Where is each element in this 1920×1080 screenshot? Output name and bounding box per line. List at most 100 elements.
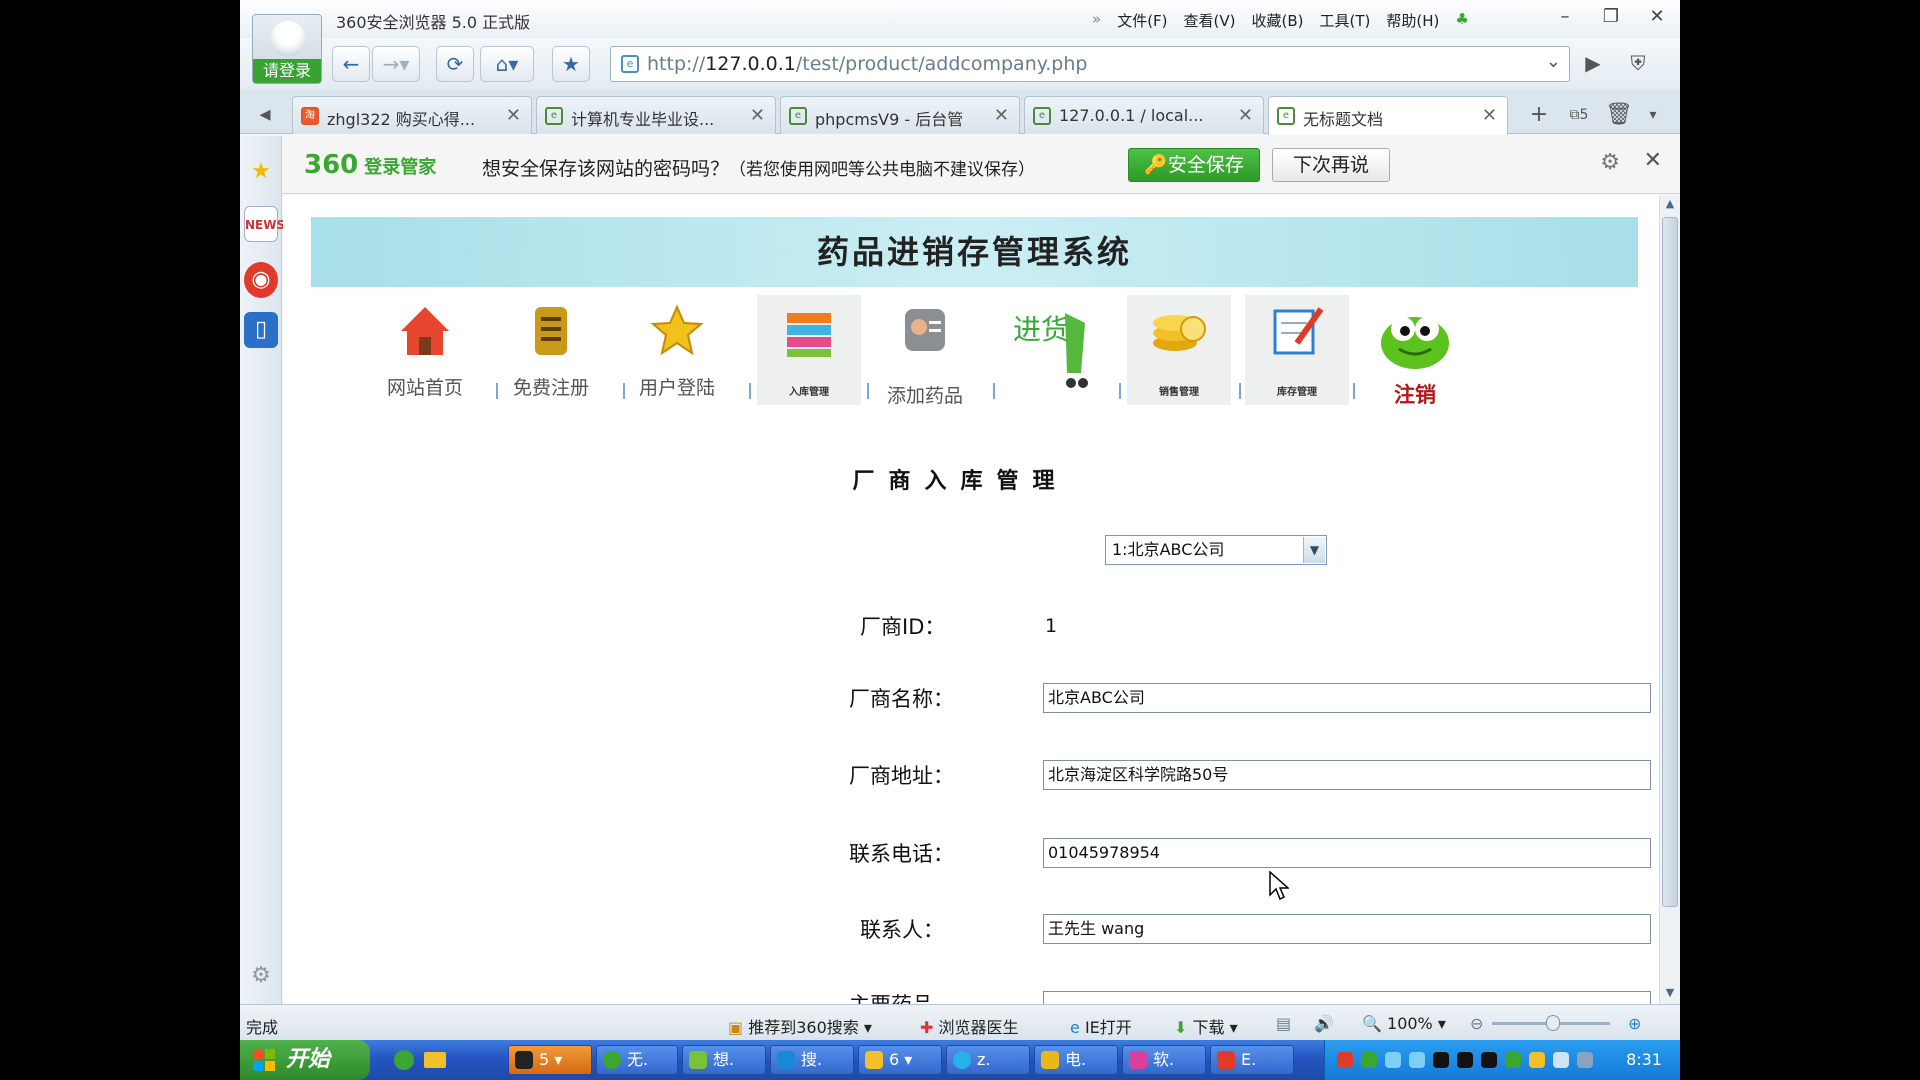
- tab-5-active[interactable]: e 无标题文档 ✕: [1268, 96, 1508, 135]
- task-qq[interactable]: 5 ▾: [508, 1045, 592, 1075]
- company-address-input[interactable]: 北京海淀区科学院路50号: [1043, 760, 1651, 790]
- bar-settings-icon[interactable]: ⚙: [1600, 150, 1620, 175]
- menu-favorites[interactable]: 收藏(B): [1252, 10, 1304, 31]
- security-shield-icon[interactable]: ⛨: [1618, 46, 1658, 82]
- close-window-button[interactable]: ✕: [1634, 0, 1680, 34]
- trash-icon[interactable]: 🗑: [1602, 100, 1636, 130]
- bar-close-icon[interactable]: ✕: [1644, 148, 1662, 173]
- forward-button[interactable]: →▾: [372, 46, 420, 82]
- add-drug-icon: [895, 303, 955, 359]
- task-browser[interactable]: 无.: [596, 1045, 678, 1075]
- weibo-icon[interactable]: ◉: [244, 262, 278, 298]
- quicklaunch-browser-icon[interactable]: [394, 1050, 414, 1070]
- ie-open[interactable]: e IE打开: [1070, 1014, 1132, 1038]
- scroll-thumb[interactable]: [1662, 217, 1678, 907]
- tab-2[interactable]: e 计算机专业毕业设... ✕: [536, 96, 776, 134]
- task-mind[interactable]: 想.: [682, 1045, 766, 1075]
- address-bar[interactable]: e http://127.0.0.1/test/product/addcompa…: [610, 46, 1570, 82]
- save-later-button[interactable]: 下次再说: [1272, 148, 1390, 182]
- scroll-down-icon[interactable]: ▼: [1663, 986, 1677, 1002]
- tab-3[interactable]: e phpcmsV9 - 后台管... ✕: [780, 96, 1020, 134]
- browser-doctor[interactable]: ✚ 浏览器医生: [920, 1014, 1019, 1038]
- menu-help[interactable]: 帮助(H): [1386, 10, 1439, 31]
- login-avatar[interactable]: 请登录: [252, 14, 322, 84]
- favorite-star-button[interactable]: ★: [552, 46, 590, 82]
- tray-app-icon[interactable]: [1505, 1052, 1521, 1068]
- sidebar-toggle-icon[interactable]: ◂: [248, 100, 282, 130]
- task-software[interactable]: 软.: [1122, 1045, 1206, 1075]
- browser-icon: [603, 1051, 621, 1069]
- nav-purchase[interactable]: 进货: [999, 295, 1103, 405]
- refresh-button[interactable]: ⟳: [436, 46, 474, 82]
- tray-app-icon[interactable]: [1337, 1052, 1353, 1068]
- vertical-scrollbar[interactable]: ▲ ▼: [1659, 195, 1680, 1004]
- menu-overflow-icon[interactable]: »: [1092, 10, 1101, 31]
- tray-sound-icon[interactable]: [1577, 1052, 1593, 1068]
- tab-close-icon[interactable]: ✕: [506, 105, 521, 126]
- zoom-in-icon[interactable]: ⊕: [1628, 1014, 1641, 1033]
- back-button[interactable]: ←: [332, 46, 370, 82]
- tab-close-icon[interactable]: ✕: [750, 105, 765, 126]
- tab-1[interactable]: 淘 zhgl322 购买心得... ✕: [292, 96, 532, 134]
- main-drug-input[interactable]: [1043, 991, 1651, 1004]
- news-icon[interactable]: NEWS: [244, 206, 285, 242]
- company-name-input[interactable]: 北京ABC公司: [1043, 683, 1651, 713]
- company-select[interactable]: 1:北京ABC公司 ▼: [1105, 535, 1327, 565]
- safe-save-button[interactable]: 🔑安全保存: [1128, 148, 1260, 182]
- tray-qq-icon[interactable]: [1457, 1052, 1473, 1068]
- menu-tools[interactable]: 工具(T): [1320, 10, 1371, 31]
- go-button[interactable]: ▶: [1578, 46, 1608, 82]
- nav-register[interactable]: 免费注册: [499, 295, 603, 405]
- favorites-star-icon[interactable]: ★: [244, 154, 278, 190]
- zoom-knob[interactable]: [1546, 1015, 1560, 1031]
- tab-close-icon[interactable]: ✕: [1238, 105, 1253, 126]
- new-tab-icon[interactable]: +: [1522, 100, 1556, 130]
- tab-close-icon[interactable]: ✕: [1482, 105, 1497, 126]
- mobile-sync-icon[interactable]: ▯: [244, 312, 278, 348]
- nav-inventory[interactable]: 库存管理: [1245, 295, 1349, 405]
- nav-logout[interactable]: 注销: [1363, 295, 1467, 407]
- start-button[interactable]: 开始: [240, 1040, 370, 1080]
- restore-button[interactable]: ❐: [1588, 0, 1634, 34]
- task-editor[interactable]: E.: [1210, 1045, 1294, 1075]
- tray-shield-icon[interactable]: [1529, 1052, 1545, 1068]
- tab-list-icon[interactable]: ⧉5: [1562, 100, 1596, 130]
- contact-phone-input[interactable]: 01045978954: [1043, 838, 1651, 868]
- screenshot-icon[interactable]: ▤: [1276, 1014, 1291, 1033]
- skin-icon[interactable]: ♣: [1455, 10, 1468, 31]
- url-text[interactable]: http://127.0.0.1/test/product/addcompany…: [647, 53, 1087, 75]
- task-search[interactable]: 搜.: [770, 1045, 854, 1075]
- minimize-button[interactable]: –: [1542, 0, 1588, 34]
- quicklaunch-folder-icon[interactable]: [424, 1052, 446, 1068]
- download-button[interactable]: ⬇ 下载 ▾: [1174, 1014, 1238, 1038]
- tray-network-icon[interactable]: [1553, 1052, 1569, 1068]
- scroll-up-icon[interactable]: ▲: [1663, 197, 1677, 213]
- task-folder[interactable]: 6 ▾: [858, 1045, 942, 1075]
- task-power[interactable]: 电.: [1034, 1045, 1118, 1075]
- zoom-out-icon[interactable]: ⊖: [1470, 1014, 1483, 1033]
- nav-add-drug[interactable]: 添加药品: [873, 295, 977, 407]
- tray-app-icon[interactable]: [1361, 1052, 1377, 1068]
- home-button[interactable]: ⌂▾: [480, 46, 534, 82]
- tray-qq-icon[interactable]: [1433, 1052, 1449, 1068]
- menu-file[interactable]: 文件(F): [1117, 10, 1167, 31]
- tray-qq-icon[interactable]: [1481, 1052, 1497, 1068]
- zoom-level[interactable]: 🔍 100% ▾: [1362, 1014, 1446, 1033]
- task-z[interactable]: z.: [946, 1045, 1030, 1075]
- url-dropdown-icon[interactable]: ⌄: [1546, 51, 1561, 72]
- settings-gear-icon[interactable]: ⚙: [244, 958, 278, 994]
- menu-view[interactable]: 查看(V): [1184, 10, 1236, 31]
- volume-icon[interactable]: 🔊: [1314, 1014, 1334, 1033]
- tab-close-icon[interactable]: ✕: [994, 105, 1009, 126]
- tab-4[interactable]: e 127.0.0.1 / local... ✕: [1024, 96, 1264, 134]
- recommend-360-search[interactable]: ▣ 推荐到360搜索 ▾: [728, 1014, 872, 1038]
- tray-app-icon[interactable]: [1409, 1052, 1425, 1068]
- nav-stock-in[interactable]: 入库管理: [757, 295, 861, 405]
- chevron-down-icon[interactable]: ▼: [1303, 537, 1325, 563]
- nav-sales[interactable]: 销售管理: [1127, 295, 1231, 405]
- tray-app-icon[interactable]: [1385, 1052, 1401, 1068]
- contact-person-input[interactable]: 王先生 wang: [1043, 914, 1651, 944]
- trash-dropdown-icon[interactable]: ▾: [1636, 100, 1670, 130]
- nav-login[interactable]: 用户登陆: [625, 295, 729, 405]
- nav-home[interactable]: 网站首页: [373, 295, 477, 405]
